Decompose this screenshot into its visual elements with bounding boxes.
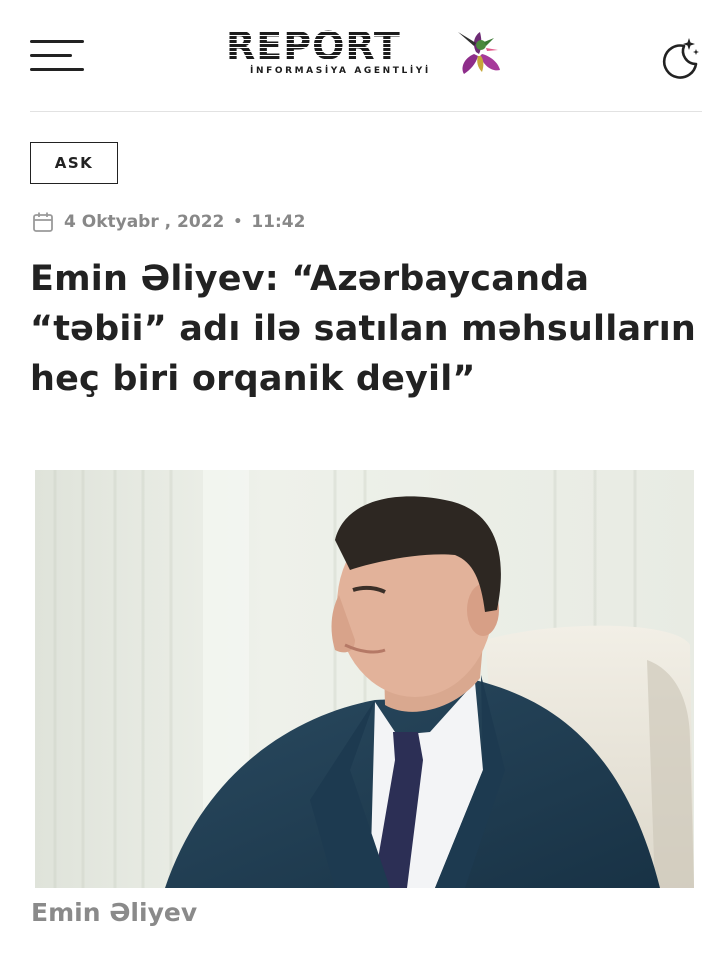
site-header: REPORT İNFORMASİYA AGENTLİYİ xyxy=(0,0,728,112)
site-logo[interactable]: REPORT İNFORMASİYA AGENTLİYİ xyxy=(226,24,506,80)
portrait-illustration xyxy=(35,470,694,888)
article-title: Emin Əliyev: “Azərbaycanda “təbii” adı i… xyxy=(30,259,697,399)
hamburger-menu-icon[interactable] xyxy=(30,38,86,74)
meta-separator: • xyxy=(233,214,243,230)
photo-caption: Emin Əliyev xyxy=(31,898,198,927)
article-photo xyxy=(35,470,694,888)
menu-line xyxy=(30,68,84,71)
hummingbird-flower-icon xyxy=(458,32,500,74)
menu-line xyxy=(30,40,84,43)
article-time: 11:42 xyxy=(251,212,306,232)
header-divider xyxy=(30,111,702,112)
calendar-icon xyxy=(33,212,53,232)
moon-stars-icon[interactable] xyxy=(656,34,702,80)
logo-wordmark: REPORT xyxy=(226,24,401,68)
category-tag[interactable]: ASK xyxy=(30,142,118,184)
logo-subtitle: İNFORMASİYA AGENTLİYİ xyxy=(250,66,431,76)
article-date: 4 Oktyabr , 2022 xyxy=(64,212,225,232)
article-meta: 4 Oktyabr , 2022 • 11:42 xyxy=(32,208,305,236)
menu-line xyxy=(30,54,72,57)
